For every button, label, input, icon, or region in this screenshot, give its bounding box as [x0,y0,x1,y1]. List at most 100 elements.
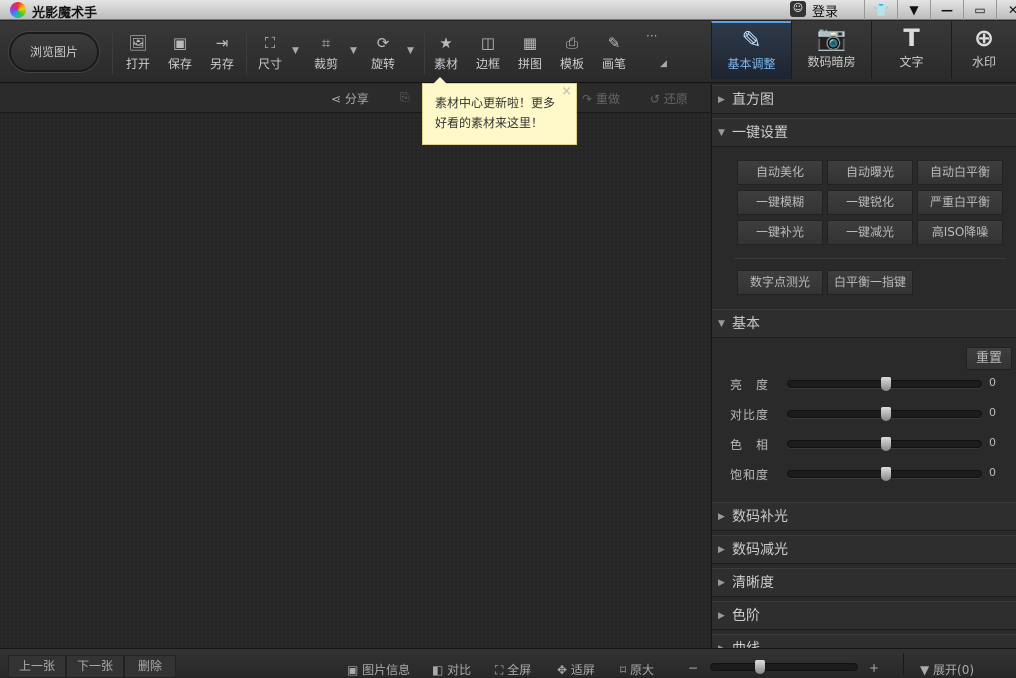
section-basic[interactable]: ▼ 基本 [712,309,1016,338]
section-clarity[interactable]: ▶ 清晰度 [712,568,1016,597]
compare-button[interactable]: ◧ 对比 [432,661,471,678]
high-iso-denoise-button[interactable]: 高ISO降噪 [917,220,1003,245]
material-tooltip[interactable]: 素材中心更新啦！更多好看的素材来这里！ × [422,77,577,145]
fit-screen-button[interactable]: ✥ 适屏 [557,661,595,678]
original-size-button[interactable]: ⌑ 原大 [620,661,654,678]
auto-beautify-button[interactable]: 自动美化 [737,160,823,185]
share-button[interactable]: ⋖ 分享 [331,90,369,107]
resize-dropdown-caret[interactable]: ▼ [292,46,299,56]
section-histogram[interactable]: ▶ 直方图 [712,85,1016,114]
rotate-button[interactable]: ⟳ 旋转 [363,33,403,72]
save-as-button[interactable]: ⇥ 另存 [202,33,242,72]
frame-button[interactable]: ◫ 边框 [468,33,508,72]
adjust-slider[interactable] [787,467,982,481]
save-as-icon: ⇥ [215,34,229,52]
maximize-button[interactable]: ▭ [963,0,996,20]
material-icon: ★ [439,34,453,52]
adjust-icon: ✎ [741,26,762,54]
expand-corner-icon[interactable]: ◢ [660,59,667,69]
auto-white-balance-button[interactable]: 自动白平衡 [917,160,1003,185]
fullscreen-button[interactable]: ⛶ 全屏 [495,661,531,678]
white-balance-picker-button[interactable]: 白平衡一指键 [827,270,913,295]
restore-icon: ↺ [650,92,664,106]
crop-dropdown-caret[interactable]: ▼ [350,46,357,56]
resize-icon: ⛶ [264,34,276,52]
one-click-sharpen-button[interactable]: 一键锐化 [827,190,913,215]
divider [903,653,904,675]
adjust-slider[interactable] [787,407,982,421]
slider-thumb[interactable] [880,437,891,451]
zoom-out-button[interactable]: − [688,661,698,675]
bottom-bar: 上一张 下一张 删除 ▣ 图片信息 ◧ 对比 ⛶ 全屏 ✥ 适屏 ⌑ 原大 − … [0,648,1016,678]
compare-icon: ◧ [432,663,448,677]
rotate-dropdown-caret[interactable]: ▼ [407,46,414,56]
slider-label: 亮 度 [730,378,770,392]
section-reduce-light[interactable]: ▶ 数码减光 [712,535,1016,564]
reduce-light-button[interactable]: 一键减光 [827,220,913,245]
expand-button[interactable]: ▼ 展开(0) [920,661,974,678]
skin-button[interactable]: 👕 [864,0,897,20]
more-tools-button[interactable]: ··· [646,29,657,43]
frame-icon: ◫ [480,34,496,52]
zoom-slider-thumb[interactable] [754,660,765,674]
slider-thumb[interactable] [880,377,891,391]
divider [246,31,247,75]
next-image-button[interactable]: 下一张 [66,655,124,678]
user-avatar-icon[interactable]: ☺ [790,1,806,17]
divider [112,31,113,75]
slider-value: 0 [989,436,996,449]
image-info-button[interactable]: ▣ 图片信息 [347,661,410,678]
section-fill-light[interactable]: ▶ 数码补光 [712,502,1016,531]
resize-button[interactable]: ⛶ 尺寸 [250,33,290,72]
material-button[interactable]: ★ 素材 [426,33,466,72]
zoom-in-button[interactable]: + [869,661,879,675]
brush-button[interactable]: ✎ 画笔 [594,33,634,72]
open-button[interactable]: 🖼 打开 [118,33,158,72]
tab-basic-adjust[interactable]: ✎ 基本调整 [711,21,791,79]
save-button[interactable]: ▣ 保存 [160,33,200,72]
adjust-slider[interactable] [787,377,982,391]
close-button[interactable]: ✕ [996,0,1016,20]
crop-icon: ⌗ [321,34,331,52]
redo-button[interactable]: ↷ 重做 [582,90,620,107]
minimize-button[interactable]: — [930,0,963,20]
section-levels[interactable]: ▶ 色阶 [712,601,1016,630]
tooltip-close-icon[interactable]: × [561,82,572,102]
image-canvas[interactable] [0,114,710,648]
tab-text[interactable]: T 文字 [871,21,951,79]
expand-arrow-icon: ▶ [718,578,725,588]
tab-digital-darkroom[interactable]: 📷 数码暗房 [791,21,871,79]
divider [424,31,425,75]
auto-exposure-button[interactable]: 自动曝光 [827,160,913,185]
section-oneclick[interactable]: ▼ 一键设置 [712,118,1016,147]
tab-watermark[interactable]: ⊕ 水印 [951,21,1016,79]
browse-images-button[interactable]: 浏览图片 [9,32,99,72]
one-click-blur-button[interactable]: 一键模糊 [737,190,823,215]
slider-label: 饱和度 [730,468,770,482]
slider-thumb[interactable] [880,407,891,421]
slider-thumb[interactable] [880,467,891,481]
collage-button[interactable]: ▦ 拼图 [510,33,550,72]
spot-metering-button[interactable]: 数字点测光 [737,270,823,295]
template-icon: ⎙ [565,34,578,52]
delete-button[interactable]: 删除 [124,655,176,678]
zoom-slider[interactable] [710,660,858,674]
watermark-icon: ⊕ [973,24,995,52]
login-link[interactable]: 登录 [812,1,838,20]
image-info-icon: ▣ [347,663,363,677]
fit-screen-icon: ✥ [557,663,571,677]
previous-image-button[interactable]: 上一张 [8,655,66,678]
collage-icon: ▦ [522,34,538,52]
share-icon: ⋖ [331,92,345,106]
menu-button[interactable]: ▼ [897,0,930,20]
crop-button[interactable]: ⌗ 裁剪 [306,33,346,72]
restore-button[interactable]: ↺ 还原 [650,90,688,107]
severe-white-balance-button[interactable]: 严重白平衡 [917,190,1003,215]
template-button[interactable]: ⎙ 模板 [552,33,592,72]
brush-icon: ✎ [607,34,621,52]
main-toolbar: 浏览图片 🖼 打开 ▣ 保存 ⇥ 另存 ⛶ 尺寸 ▼ ⌗ 裁剪 ▼ ⟳ 旋转 ▼ ★ 素材 ◫… [0,21,1016,83]
fill-light-button[interactable]: 一键补光 [737,220,823,245]
reset-button[interactable]: 重置 [966,347,1012,370]
adjust-slider[interactable] [787,437,982,451]
export-icon[interactable]: ⎘ [400,90,410,105]
